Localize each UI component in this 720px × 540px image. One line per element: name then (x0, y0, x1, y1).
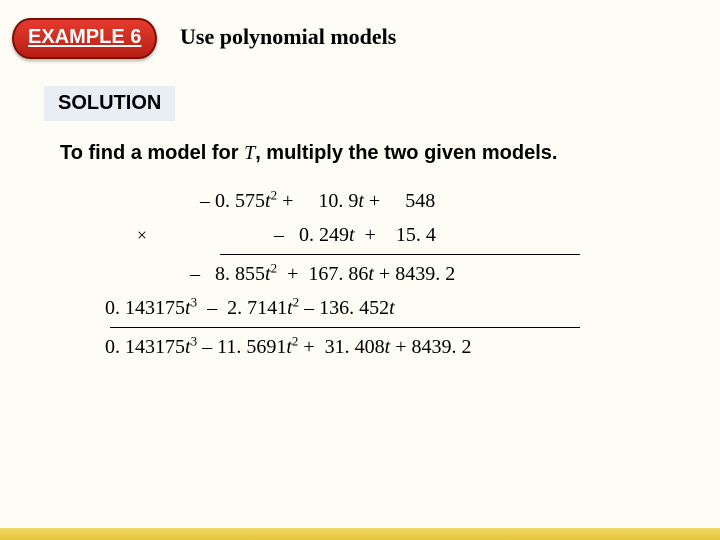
pp2-a1s: – (304, 297, 314, 319)
pp1-a2s: – (190, 263, 200, 285)
pp1-a2: 8. 855 (215, 263, 265, 285)
page-title: Use polynomial models (180, 24, 396, 50)
lead-pre: To find a model for (60, 142, 244, 164)
pp1-a0: 8439. 2 (395, 263, 455, 285)
res-a2: 11. 5691 (217, 336, 286, 358)
res-a2s: – (202, 336, 212, 358)
p2-b: 0. 249 (299, 224, 349, 246)
res-a0: 8439. 2 (412, 336, 472, 358)
result-polynomial: 0. 143175t3 – 11. 5691t2 + 31. 408t + 84… (100, 330, 660, 364)
partial-product-1: – 8. 855t2 + 167. 86t + 8439. 2 (100, 257, 660, 291)
pp2-a2: 2. 7141 (227, 297, 287, 319)
rule-2 (110, 327, 580, 328)
res-a1: 31. 408 (325, 336, 385, 358)
polynomial-1: – 0. 575t2 + 10. 9t + 548 (100, 184, 660, 218)
footer-band (0, 528, 720, 540)
lead-var: T (244, 142, 255, 164)
math-block: – 0. 575t2 + 10. 9t + 548 × – 0. 249t + … (100, 184, 660, 364)
res-a3: 0. 143175 (105, 336, 185, 358)
pp1-a1: 167. 86 (308, 263, 368, 285)
lead-post: , multiply the two given models. (255, 142, 557, 164)
rule-1 (220, 254, 580, 255)
partial-product-2: 0. 143175t3 – 2. 7141t2 – 136. 452t (100, 291, 660, 325)
p2-c: 15. 4 (396, 224, 436, 246)
solution-label: SOLUTION (44, 86, 175, 121)
p1-b: 10. 9 (318, 190, 358, 212)
p1-c: 548 (405, 190, 435, 212)
pp2-a1: 136. 452 (319, 297, 389, 319)
multiply-icon: × (135, 220, 149, 251)
example-badge: EXAMPLE 6 (12, 18, 157, 59)
polynomial-2: × – 0. 249t + 15. 4 (100, 218, 660, 252)
pp2-a3: 0. 143175 (105, 297, 185, 319)
res-a1s: + (303, 336, 314, 358)
pp2-a2s: – (207, 297, 217, 319)
p2-b-sign: – (274, 224, 284, 246)
p1-a: – 0. 575 (200, 190, 265, 212)
lead-sentence: To find a model for T, multiply the two … (60, 142, 557, 165)
